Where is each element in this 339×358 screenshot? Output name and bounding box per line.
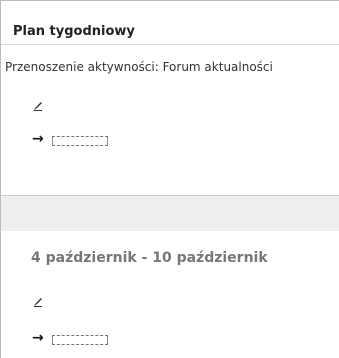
section-separator: [1, 195, 339, 231]
moving-status-text: Przenoszenie aktywności: Forum aktualnoś…: [5, 60, 273, 74]
drop-target-box[interactable]: [52, 335, 108, 345]
block-header: Plan tygodniowy: [1, 1, 339, 45]
move-arrow-icon: →: [32, 330, 44, 346]
header-divider: [1, 44, 339, 45]
block-title: Plan tygodniowy: [13, 24, 135, 39]
move-arrow-icon: →: [32, 131, 44, 147]
edit-icon[interactable]: [33, 292, 43, 307]
edit-icon[interactable]: [33, 96, 43, 111]
content-frame: [0, 0, 339, 358]
week-heading: 4 październik - 10 październik: [31, 250, 268, 266]
drop-target-box[interactable]: [52, 136, 108, 146]
